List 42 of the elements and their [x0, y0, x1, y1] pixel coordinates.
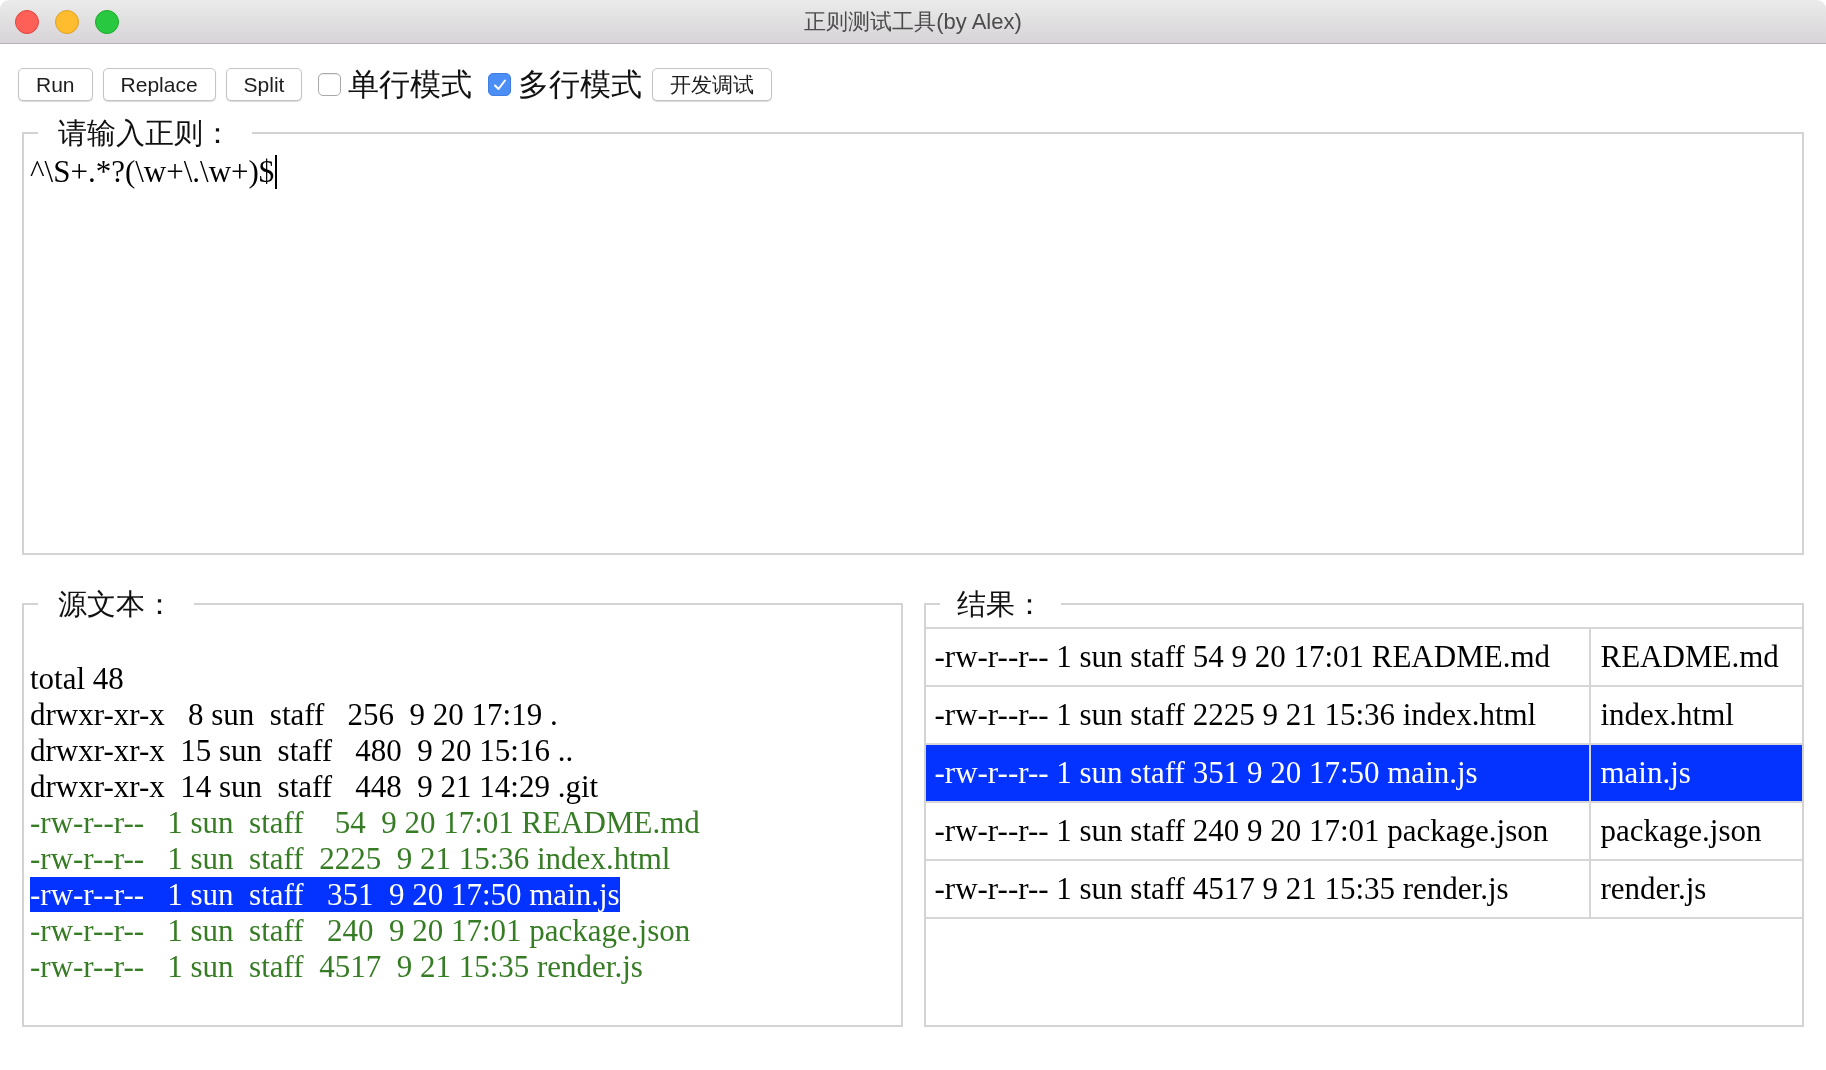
table-row[interactable]: -rw-r--r-- 1 sun staff 2225 9 21 15:36 index.html index.html: [925, 687, 1802, 745]
table-cell-text: package.json: [1599, 811, 1763, 850]
toolbar-button[interactable]: Split: [225, 68, 303, 101]
table-row[interactable]: -rw-r--r-- 1 sun staff 4517 9 21 15:35 render.js render.js: [925, 861, 1802, 919]
toolbar-button[interactable]: Replace: [102, 68, 216, 101]
table-cell-text: main.js: [1599, 753, 1692, 792]
source-line: drwxr-xr-x 15 sun staff 480 9 20 15:16 ..: [30, 733, 574, 768]
source-line: drwxr-xr-x 14 sun staff 448 9 21 14:29 .git: [30, 769, 599, 804]
table-cell: -rw-r--r-- 1 sun staff 4517 9 21 15:35 render.js: [925, 861, 1591, 917]
regex-input-field[interactable]: ^\S+.*?(\w+\.\w+)$: [30, 149, 1796, 551]
table-row[interactable]: -rw-r--r-- 1 sun staff 54 9 20 17:01 README.md README.md: [925, 629, 1802, 687]
table-cell-text: README.md: [1599, 637, 1780, 676]
table-cell: -rw-r--r-- 1 sun staff 2225 9 21 15:36 index.html: [925, 687, 1591, 743]
source-line: -rw-r--r-- 1 sun staff 4517 9 21 15:35 render.js: [30, 949, 643, 984]
checkmark-icon: [492, 77, 507, 92]
table-cell: -rw-r--r-- 1 sun staff 240 9 20 17:01 package.json: [925, 803, 1591, 859]
table-cell: -rw-r--r-- 1 sun staff 54 9 20 17:01 README.md: [925, 629, 1591, 685]
option-label[interactable]: 多行模式: [518, 69, 643, 100]
source-line: -rw-r--r-- 1 sun staff 2225 9 21 15:36 index.html: [30, 841, 671, 876]
table-cell-text: index.html: [1599, 695, 1735, 734]
window-minimize-button[interactable]: [55, 9, 79, 34]
source-line: total 48: [30, 661, 124, 696]
text-cursor: [275, 155, 278, 189]
option-label[interactable]: 单行模式: [348, 69, 473, 100]
checkbox[interactable]: [318, 73, 342, 96]
table-cell: -rw-r--r-- 1 sun staff 351 9 20 17:50 main.js: [925, 745, 1591, 801]
section-label: 结果：: [955, 588, 1045, 620]
table-cell-text: render.js: [1599, 869, 1708, 908]
source-line: -rw-r--r-- 1 sun staff 54 9 20 17:01 README.md: [30, 805, 700, 840]
toolbar-button[interactable]: 开发调试: [652, 68, 773, 101]
source-line: drwxr-xr-x 8 sun staff 256 9 20 17:19 .: [30, 697, 558, 732]
section-label: 源文本：: [57, 588, 175, 620]
table-row[interactable]: -rw-r--r-- 1 sun staff 351 9 20 17:50 main.js main.js: [925, 745, 1802, 803]
regex-text: ^\S+.*?(\w+\.\w+)$: [30, 155, 275, 189]
window-title: 正则测试工具(by Alex): [804, 8, 1022, 36]
checkbox[interactable]: [488, 73, 512, 96]
window-zoom-button[interactable]: [95, 9, 119, 34]
table-row[interactable]: -rw-r--r-- 1 sun staff 240 9 20 17:01 package.json package.json: [925, 803, 1802, 861]
toolbar-button[interactable]: Run: [18, 68, 93, 101]
window-close-button[interactable]: [15, 9, 39, 34]
source-line: -rw-r--r-- 1 sun staff 240 9 20 17:01 package.json: [30, 913, 691, 948]
section-label: 请输入正则：: [57, 117, 233, 149]
